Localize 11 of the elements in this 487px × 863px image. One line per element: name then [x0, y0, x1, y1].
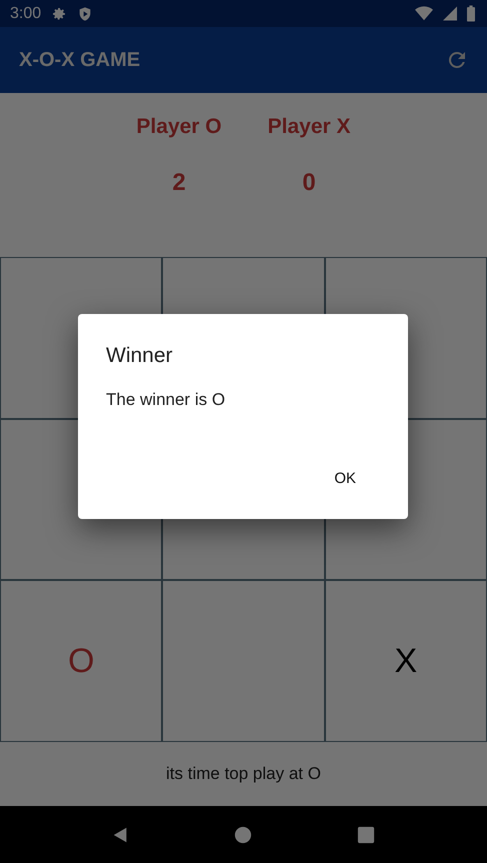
dialog-message: The winner is O	[106, 390, 226, 410]
cell-mark: X	[394, 642, 418, 681]
turn-message: its time top play at O	[166, 764, 321, 784]
player-name: Player X	[268, 115, 351, 139]
clock-time: 3:00	[10, 4, 42, 22]
app-title: X-O-X GAME	[19, 48, 140, 72]
dialog-title: Winner	[106, 344, 173, 368]
player-score: 2	[172, 169, 186, 197]
cell-mark: O	[68, 642, 94, 681]
player-score: 0	[302, 169, 316, 197]
player-name: Player O	[136, 115, 222, 139]
